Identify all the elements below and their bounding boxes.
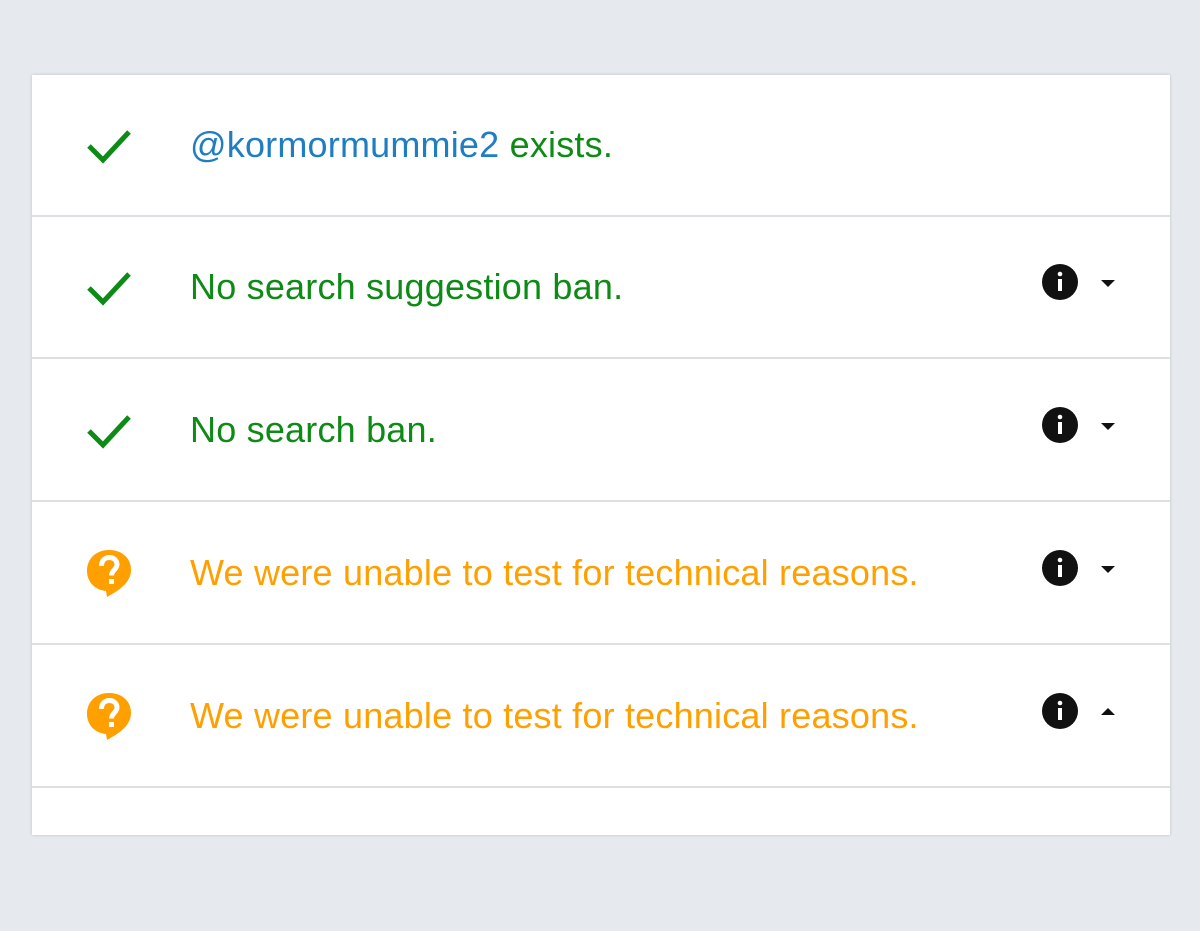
checkmark-icon <box>87 415 131 449</box>
results-card: @kormormummie2 exists. No search suggest… <box>32 75 1170 835</box>
result-row-search-suggestion-ban[interactable]: No search suggestion ban. <box>32 217 1170 359</box>
chevron-up-icon[interactable] <box>1098 704 1118 718</box>
info-icon[interactable] <box>1042 407 1078 443</box>
result-row-search-ban[interactable]: No search ban. <box>32 360 1170 502</box>
info-icon[interactable] <box>1042 550 1078 586</box>
question-bubble-icon <box>87 693 131 740</box>
result-text: We were unable to test for technical rea… <box>190 552 919 593</box>
result-text: exists. <box>499 124 614 165</box>
result-row-next <box>32 789 1170 931</box>
result-text: No search suggestion ban. <box>190 266 624 307</box>
info-icon[interactable] <box>1042 693 1078 729</box>
result-row-unknown-2[interactable]: We were unable to test for technical rea… <box>32 646 1170 788</box>
chevron-down-icon[interactable] <box>1098 562 1118 576</box>
result-message: @kormormummie2 exists. <box>190 124 613 166</box>
result-row-exists: @kormormummie2 exists. <box>32 75 1170 217</box>
checkmark-icon <box>87 272 131 306</box>
checkmark-icon <box>87 130 131 164</box>
result-row-unknown-1[interactable]: We were unable to test for technical rea… <box>32 503 1170 645</box>
chevron-down-icon[interactable] <box>1098 419 1118 433</box>
chevron-down-icon[interactable] <box>1098 276 1118 290</box>
result-text: No search ban. <box>190 409 437 450</box>
user-handle-link[interactable]: @kormormummie2 <box>190 124 499 165</box>
question-bubble-icon <box>87 550 131 597</box>
info-icon[interactable] <box>1042 264 1078 300</box>
result-text: We were unable to test for technical rea… <box>190 695 919 736</box>
